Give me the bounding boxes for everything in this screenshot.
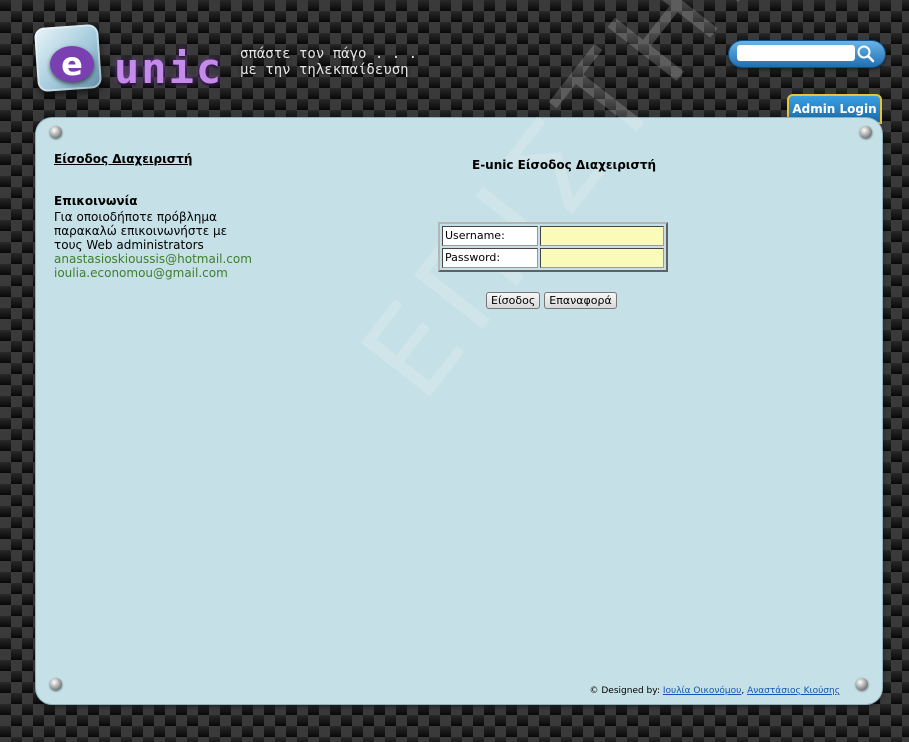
screw-icon xyxy=(860,126,872,138)
sidebar: Είσοδος Διαχειριστή Επικοινωνία Για οποι… xyxy=(54,152,284,280)
search-input[interactable] xyxy=(737,45,855,61)
author-link[interactable]: Αναστάσιος Κιούσης xyxy=(747,686,840,696)
reset-button[interactable]: Επαναφορά xyxy=(544,292,617,309)
form-buttons: Είσοδος Επαναφορά xyxy=(486,292,617,309)
footer-separator: , xyxy=(741,686,745,696)
slogan-line-1: σπάστε τον πάγο . . . xyxy=(240,46,418,62)
page-title: E-unic Είσοδος Διαχειριστή xyxy=(472,158,657,172)
footer-credits: © Designed by: Ιουλία Οικονόμου, Αναστάσ… xyxy=(590,686,840,696)
contact-email[interactable]: anastasioskioussis@hotmail.com xyxy=(54,252,284,266)
search-button[interactable] xyxy=(853,43,879,65)
logo-letter: e xyxy=(50,46,94,82)
site-logo[interactable]: e unic xyxy=(33,18,236,108)
contact-text: τους Web administrators xyxy=(54,238,204,252)
search-icon xyxy=(857,45,875,63)
contact-heading: Επικοινωνία xyxy=(54,194,138,208)
content-panel: ΕΠΙΣΤΗΜΟ Είσοδος Διαχειριστή Επικοινωνία… xyxy=(36,0,888,704)
password-row: Password: xyxy=(441,247,665,269)
contact-text: Για οποιοδήποτε πρόβλημα xyxy=(54,210,217,224)
screw-icon xyxy=(856,678,868,690)
login-button[interactable]: Είσοδος xyxy=(486,292,541,309)
screw-icon xyxy=(50,678,62,690)
login-form: Username: Password: xyxy=(438,222,668,272)
username-label: Username: xyxy=(442,226,538,246)
slogan-line-2: με την τηλεκπαίδευση xyxy=(240,62,409,78)
username-row: Username: xyxy=(441,225,665,247)
username-field[interactable] xyxy=(540,226,664,246)
admin-login-link[interactable]: Είσοδος Διαχειριστή xyxy=(54,152,284,166)
footer-prefix: © Designed by: xyxy=(589,686,660,696)
author-link[interactable]: Ιουλία Οικονόμου xyxy=(663,686,741,696)
logo-text: unic xyxy=(114,44,224,93)
contact-text: παρακαλώ επικοινωνήστε με xyxy=(54,224,228,238)
password-field[interactable] xyxy=(540,248,664,268)
search-box xyxy=(729,41,885,67)
contact-email[interactable]: ioulia.economou@gmail.com xyxy=(54,266,284,280)
slogan: σπάστε τον πάγο . . . με την τηλεκπαίδευ… xyxy=(240,46,417,78)
screw-icon xyxy=(50,126,62,138)
password-label: Password: xyxy=(442,248,538,268)
